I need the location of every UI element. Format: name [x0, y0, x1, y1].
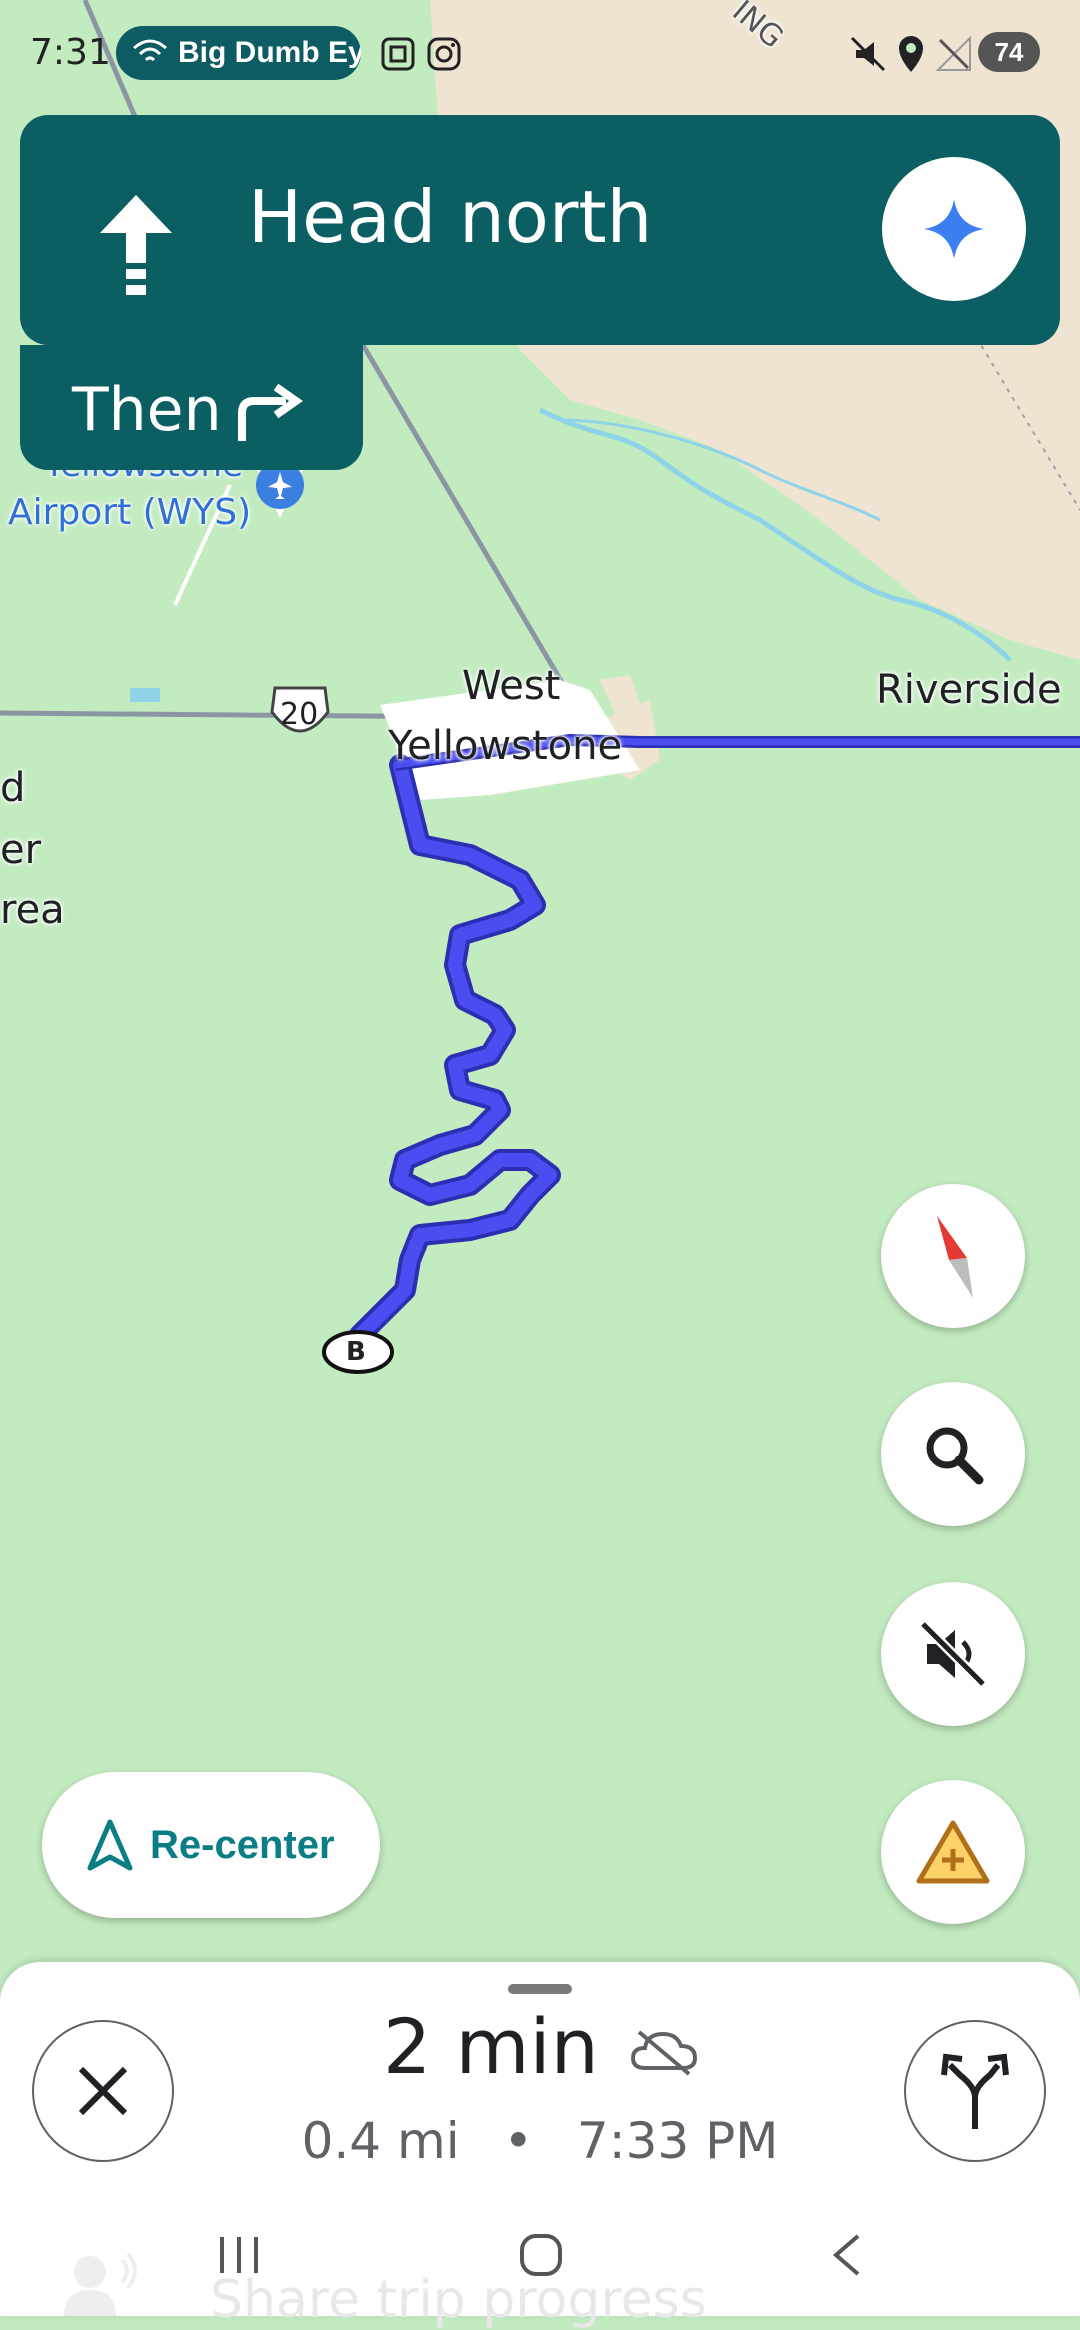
- notification-pill[interactable]: Big Dumb Ey: [116, 26, 361, 80]
- trip-duration: 2 min: [383, 2002, 599, 2091]
- search-icon: [926, 1427, 984, 1485]
- recenter-button[interactable]: Re-center: [42, 1772, 380, 1918]
- route-fork-icon: [941, 2053, 1009, 2129]
- map-label-area: er: [0, 827, 42, 873]
- instagram-icon: [427, 37, 461, 71]
- map-label-area: d: [0, 765, 26, 811]
- sheet-drag-handle[interactable]: [508, 1984, 572, 1994]
- navigation-banner[interactable]: Head north: [20, 115, 1060, 345]
- search-button[interactable]: [881, 1382, 1025, 1526]
- report-warning-icon: [916, 1820, 990, 1884]
- sound-muted-icon: [919, 1620, 987, 1688]
- nav-instruction: Head north: [248, 175, 653, 259]
- arrow-up-icon: [100, 195, 172, 295]
- then-banner[interactable]: Then: [20, 345, 363, 470]
- signal-icon: [935, 35, 971, 71]
- navigation-arrow-icon: [87, 1819, 133, 1871]
- destination-marker-label: B: [346, 1337, 366, 1367]
- mute-icon: [850, 36, 886, 72]
- recent-apps-icon[interactable]: [216, 2235, 262, 2275]
- turn-right-icon: [238, 383, 303, 441]
- map-label-town[interactable]: Yellowstone: [388, 726, 622, 766]
- sound-button[interactable]: [881, 1582, 1025, 1726]
- trip-arrival-time: 7:33 PM: [576, 2112, 779, 2170]
- gemini-sparkle-icon: [924, 199, 984, 259]
- map-label-area: rea: [0, 887, 65, 933]
- home-icon[interactable]: [518, 2232, 564, 2278]
- compass-button[interactable]: [881, 1184, 1025, 1328]
- notification-pill-text: Big Dumb Ey: [178, 36, 361, 69]
- compass-icon: [937, 1216, 973, 1298]
- location-icon: [899, 36, 923, 72]
- recenter-label: Re-center: [150, 1822, 335, 1867]
- back-icon[interactable]: [828, 2232, 864, 2278]
- then-label: Then: [72, 375, 222, 445]
- alternate-routes-button[interactable]: [904, 2020, 1046, 2162]
- screenshot-icon: [381, 37, 415, 71]
- map-label-town[interactable]: West: [462, 666, 560, 706]
- trip-separator: •: [503, 2112, 534, 2170]
- share-person-icon: [64, 2252, 137, 2316]
- map-label-airport-code[interactable]: Airport (WYS): [8, 495, 251, 531]
- gemini-button[interactable]: [882, 157, 1026, 301]
- status-bar: 7:31 Big Dumb Ey 74: [0, 0, 1080, 110]
- map-label-riverside[interactable]: Riverside: [876, 670, 1062, 710]
- cloud-off-icon: [630, 2030, 698, 2076]
- status-time: 7:31: [30, 32, 111, 73]
- share-trip-progress-text: Share trip progress: [210, 2270, 707, 2330]
- battery-indicator: 74: [978, 32, 1040, 72]
- wifi-icon: [133, 39, 167, 62]
- trip-distance: 0.4 mi: [301, 2112, 460, 2170]
- report-incident-button[interactable]: [881, 1780, 1025, 1924]
- highway-number: 20: [280, 697, 319, 732]
